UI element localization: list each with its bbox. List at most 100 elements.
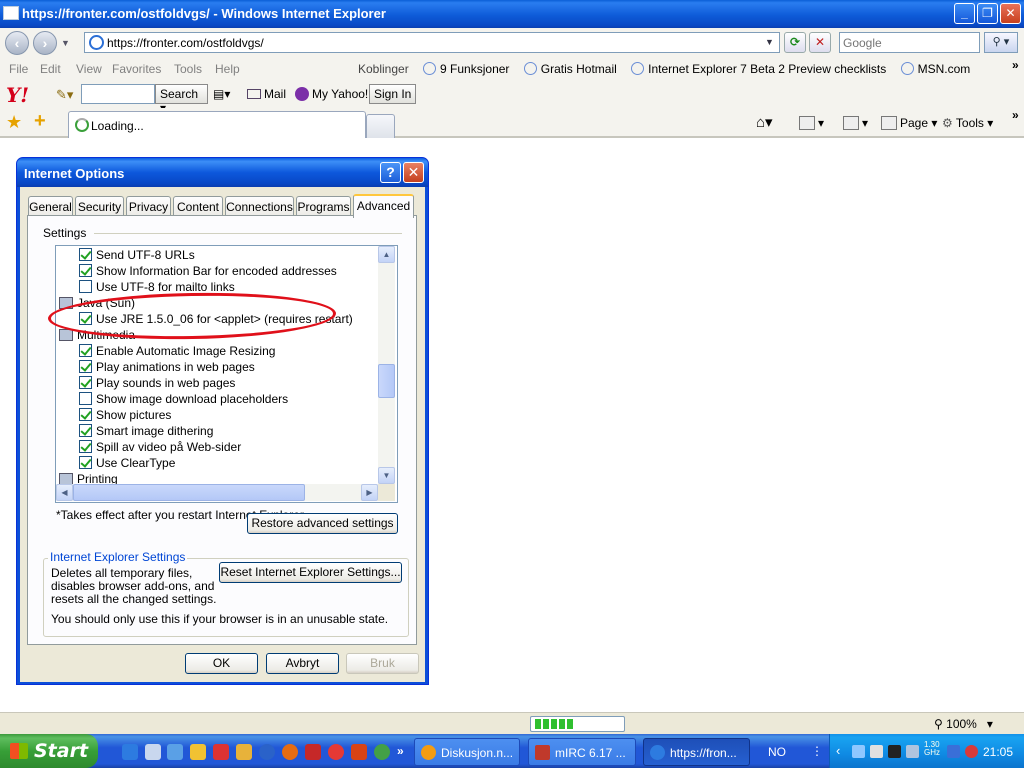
new-tab-button[interactable] — [366, 114, 395, 138]
command-overflow-chevron-icon[interactable]: » — [1012, 108, 1019, 122]
tab-privacy[interactable]: Privacy — [126, 196, 171, 216]
home-icon[interactable]: ⌂▾ — [756, 113, 773, 131]
menu-tools[interactable]: Tools — [174, 62, 202, 76]
print-icon[interactable]: ▾ — [843, 116, 868, 130]
scroll-up-button[interactable]: ▲ — [378, 246, 395, 263]
tab-general[interactable]: General — [28, 196, 73, 216]
dialog-close-button[interactable]: ✕ — [403, 162, 424, 183]
clock[interactable]: 21:05 — [983, 745, 1013, 759]
quicklaunch-player-icon[interactable] — [259, 744, 275, 760]
restore-advanced-settings-button[interactable]: Restore advanced settings — [247, 513, 398, 534]
link-item[interactable]: 9 Funksjoner — [423, 62, 509, 76]
links-label[interactable]: Koblinger — [358, 62, 409, 76]
settings-checkbox[interactable] — [79, 440, 92, 453]
tab-content[interactable]: Content — [173, 196, 223, 216]
tab-programs[interactable]: Programs — [296, 196, 351, 216]
tab-security[interactable]: Security — [75, 196, 124, 216]
dialog-title-bar[interactable]: Internet Options ? ✕ — [17, 158, 428, 187]
scroll-down-button[interactable]: ▼ — [378, 467, 395, 484]
taskbar-item-mirc[interactable]: mIRC 6.17 ... — [528, 738, 636, 766]
settings-checkbox[interactable] — [79, 312, 92, 325]
quicklaunch-app-icon[interactable] — [328, 744, 344, 760]
toolbar-options-icon[interactable]: ▤▾ — [213, 87, 230, 101]
settings-checkbox[interactable] — [79, 376, 92, 389]
tab-advanced[interactable]: Advanced — [353, 194, 414, 218]
quicklaunch-app-icon[interactable] — [213, 744, 229, 760]
taskbar-item-diskusjon[interactable]: Diskusjon.n... — [414, 738, 520, 766]
settings-checkbox[interactable] — [79, 408, 92, 421]
settings-checkbox[interactable] — [79, 280, 92, 293]
quicklaunch-app-icon[interactable] — [236, 744, 252, 760]
language-indicator[interactable]: NO — [768, 745, 786, 759]
tray-expand-icon[interactable]: ‹ — [836, 743, 840, 758]
link-item[interactable]: MSN.com — [900, 62, 970, 76]
quicklaunch-filezilla-icon[interactable] — [305, 744, 321, 760]
settings-checkbox[interactable] — [79, 360, 92, 373]
scroll-left-button[interactable]: ◀ — [56, 484, 73, 501]
quicklaunch-firefox-icon[interactable] — [282, 744, 298, 760]
tools-menu[interactable]: ⚙ Tools ▾ — [942, 116, 993, 130]
close-window-button[interactable]: ✕ — [1000, 3, 1021, 24]
feeds-icon[interactable]: ▾ — [799, 116, 824, 130]
page-menu[interactable]: Page ▾ — [881, 116, 937, 130]
quicklaunch-app-icon[interactable] — [351, 744, 367, 760]
ie-window-icon[interactable] — [3, 6, 19, 20]
scroll-right-button[interactable]: ▶ — [361, 484, 378, 501]
tab-connections[interactable]: Connections — [225, 196, 294, 216]
apply-button[interactable]: Bruk — [346, 653, 419, 674]
vertical-scrollbar[interactable]: ▲ ▼ — [378, 246, 395, 484]
tray-icon[interactable] — [947, 745, 960, 758]
help-button[interactable]: ? — [380, 162, 401, 183]
search-box[interactable] — [839, 32, 980, 53]
quicklaunch-utorrent-icon[interactable] — [374, 744, 390, 760]
taskbar-item-ie[interactable]: https://fron... — [643, 738, 750, 766]
yahoo-logo[interactable]: Y! — [6, 83, 29, 107]
settings-checkbox[interactable] — [79, 456, 92, 469]
tray-icon[interactable] — [965, 745, 978, 758]
quicklaunch-media-icon[interactable] — [167, 744, 183, 760]
address-dropdown-icon[interactable]: ▼ — [762, 35, 777, 50]
search-input[interactable] — [843, 34, 978, 51]
yahoo-search-input[interactable] — [81, 84, 155, 104]
quicklaunch-app-icon[interactable] — [190, 744, 206, 760]
settings-checkbox[interactable] — [79, 264, 92, 277]
language-bar-icon[interactable]: ⋮ — [811, 744, 823, 758]
quicklaunch-ie-icon[interactable] — [122, 744, 138, 760]
ok-button[interactable]: OK — [185, 653, 258, 674]
cpu-speed-indicator[interactable]: 1.30 GHz — [924, 741, 940, 757]
reset-ie-settings-button[interactable]: Reset Internet Explorer Settings... — [219, 562, 402, 583]
forward-button[interactable]: › — [33, 31, 57, 55]
address-field[interactable]: https://fronter.com/ostfoldvgs/ ▼ — [84, 32, 780, 53]
vertical-scroll-thumb[interactable] — [378, 364, 395, 398]
link-item[interactable]: Internet Explorer 7 Beta 2 Preview check… — [631, 62, 886, 76]
my-yahoo-link[interactable]: My Yahoo! — [295, 87, 368, 101]
add-favorite-icon[interactable]: + — [34, 110, 46, 133]
maximize-button[interactable]: ❐ — [977, 3, 998, 24]
menu-help[interactable]: Help — [215, 62, 240, 76]
yahoo-mail-link[interactable]: Mail — [247, 87, 286, 101]
menu-view[interactable]: View — [76, 62, 102, 76]
settings-tree[interactable]: Send UTF-8 URLs Show Information Bar for … — [55, 245, 398, 503]
search-go-button[interactable]: ⚲ ▾ — [984, 32, 1018, 53]
settings-checkbox[interactable] — [79, 424, 92, 437]
favorites-star-icon[interactable]: ★ — [6, 112, 22, 133]
settings-checkbox[interactable] — [79, 344, 92, 357]
quicklaunch-desktop-icon[interactable] — [145, 744, 161, 760]
cancel-button[interactable]: Avbryt — [266, 653, 339, 674]
tray-icon[interactable] — [852, 745, 865, 758]
pencil-icon[interactable]: ✎▾ — [56, 87, 73, 103]
menu-file[interactable]: File — [9, 62, 28, 76]
settings-checkbox[interactable] — [79, 392, 92, 405]
tray-icon[interactable] — [906, 745, 919, 758]
tab-loading[interactable]: Loading... — [68, 111, 366, 138]
history-dropdown-icon[interactable]: ▼ — [61, 38, 70, 48]
tray-steam-icon[interactable] — [888, 745, 901, 758]
zoom-control[interactable]: ⚲ 100% ▾ — [934, 717, 993, 731]
stop-button[interactable]: ✕ — [809, 32, 831, 53]
links-overflow-chevron-icon[interactable]: » — [1012, 58, 1019, 72]
menu-favorites[interactable]: Favorites — [112, 62, 161, 76]
back-button[interactable]: ‹ — [5, 31, 29, 55]
horizontal-scroll-thumb[interactable] — [73, 484, 305, 501]
yahoo-search-button[interactable]: Search ▾ — [155, 84, 208, 115]
refresh-button[interactable]: ⟳ — [784, 32, 806, 53]
